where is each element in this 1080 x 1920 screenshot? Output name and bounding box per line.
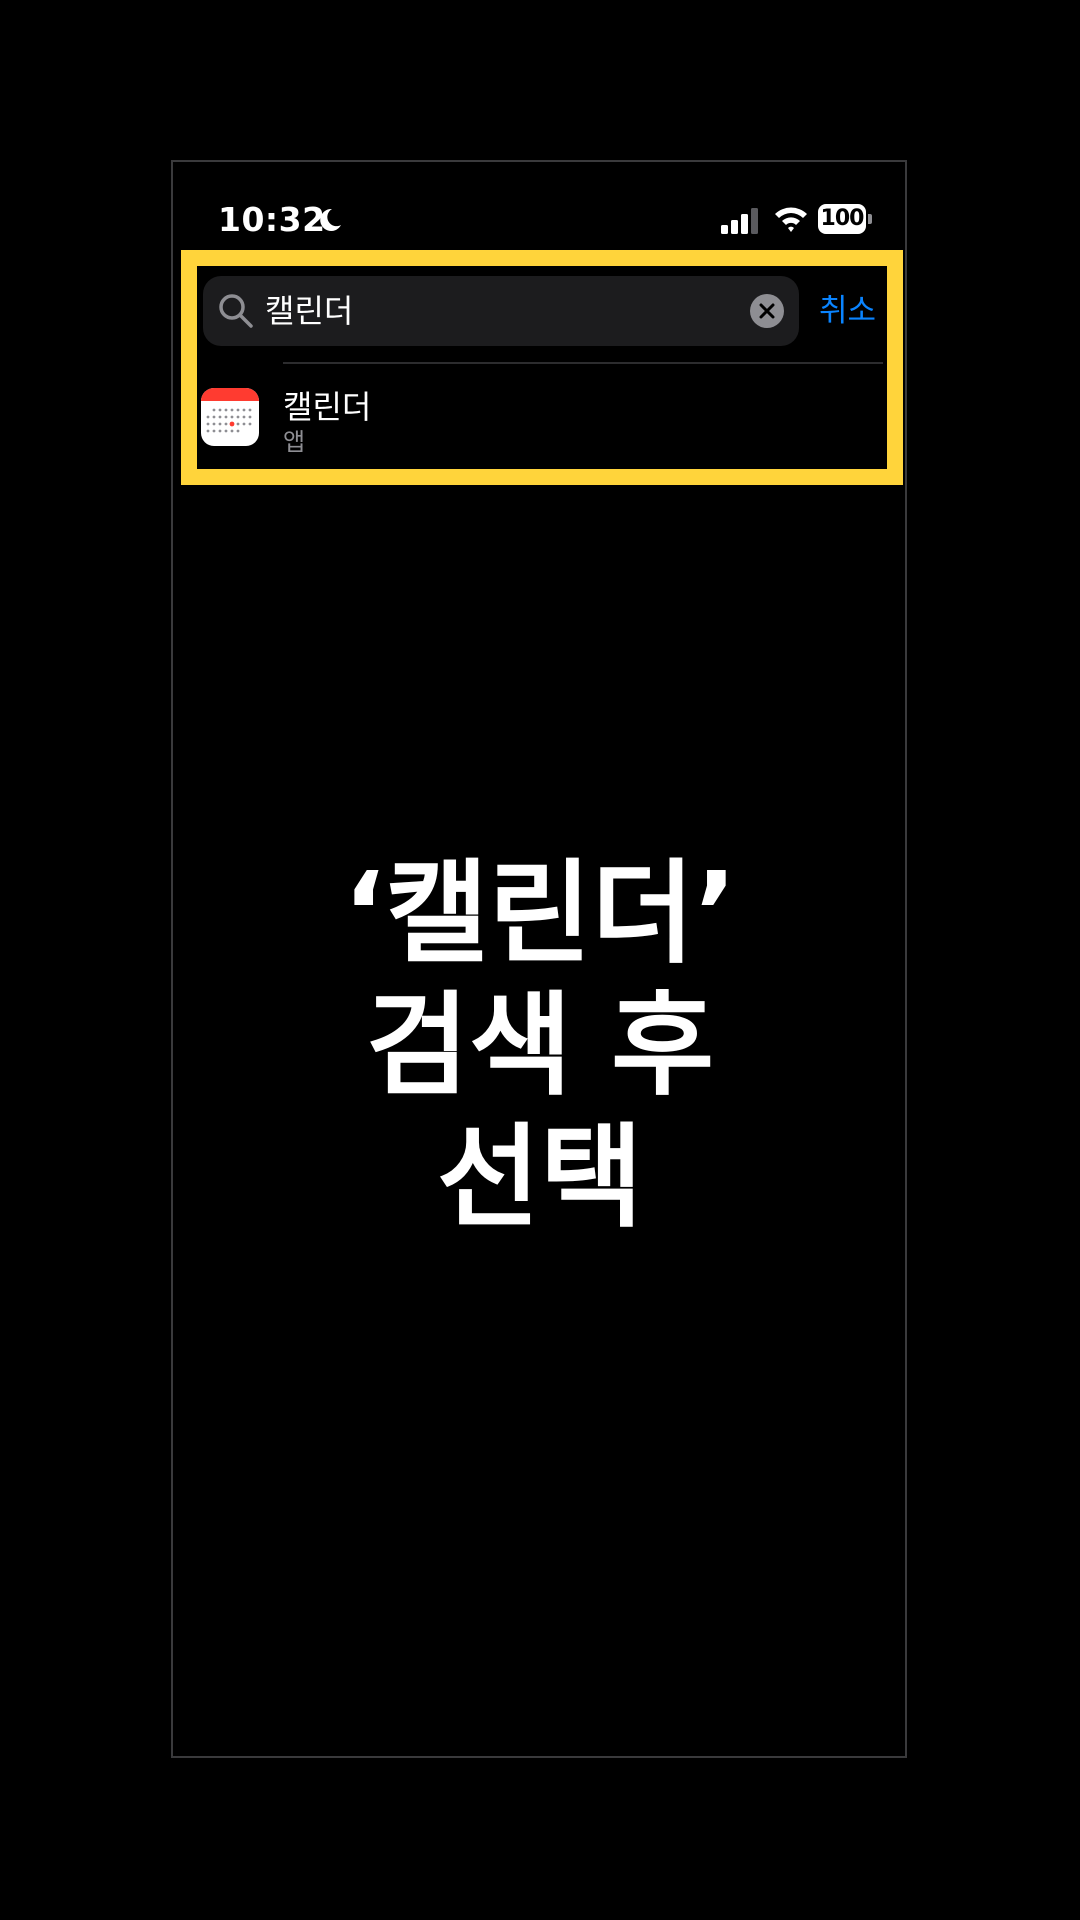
caption-line-1: ‘캘린더’ — [342, 849, 738, 979]
calendar-app-icon[interactable] — [201, 388, 259, 446]
battery-tip — [868, 214, 872, 224]
clear-icon[interactable] — [750, 294, 784, 328]
cancel-button[interactable]: 취소 — [819, 276, 876, 346]
status-bar: 10:32 100 — [173, 192, 905, 252]
signal-icon — [721, 208, 758, 234]
calendar-grid-icon — [206, 408, 252, 433]
result-subtitle: 앱 — [283, 428, 306, 456]
caption-line-3: 선택 — [436, 1113, 644, 1243]
caption-line-2: 검색 후 — [365, 981, 715, 1111]
wifi-icon — [775, 207, 807, 232]
moon-icon — [320, 208, 341, 231]
clear-x-icon — [759, 303, 775, 319]
divider — [283, 362, 883, 364]
status-time: 10:32 — [218, 200, 326, 239]
instruction-caption: ‘캘린더’ 검색 후 선택 — [0, 848, 1080, 1244]
search-bar[interactable]: 캘린더 — [203, 276, 799, 346]
battery-icon: 100 — [818, 204, 872, 234]
search-input[interactable]: 캘린더 — [265, 276, 353, 346]
search-result-row[interactable]: 캘린더 앱 — [201, 388, 881, 456]
battery-level: 100 — [820, 206, 865, 231]
search-icon — [219, 294, 253, 328]
